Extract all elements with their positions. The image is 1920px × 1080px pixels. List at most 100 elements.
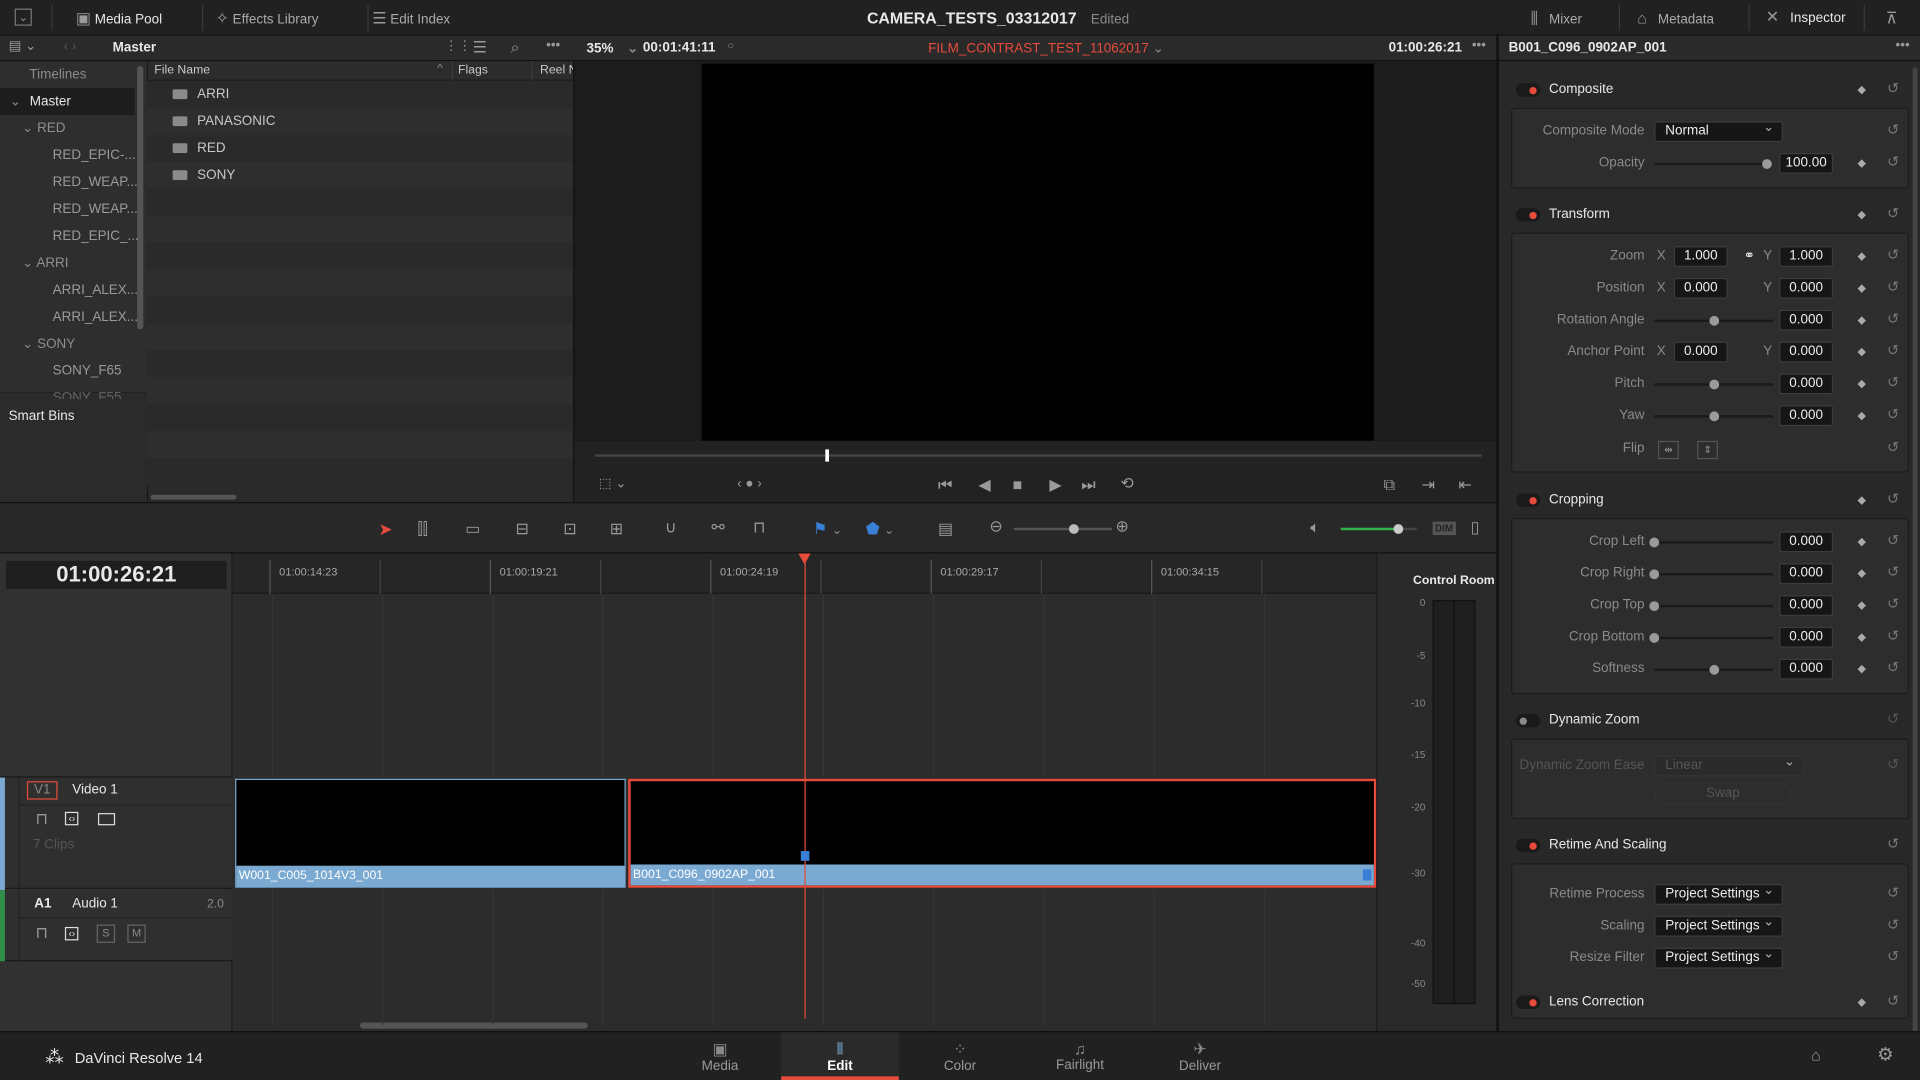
column-reel[interactable]: Reel N: [540, 64, 574, 77]
reset-icon[interactable]: ↺: [1887, 627, 1899, 644]
keyframe-icon[interactable]: ◆: [1858, 282, 1866, 295]
auto-select-icon[interactable]: ‹›: [64, 926, 79, 941]
lock-track-icon[interactable]: ⊓: [36, 811, 48, 827]
value-field[interactable]: 0.000: [1779, 595, 1834, 616]
disable-track-icon[interactable]: [97, 813, 116, 826]
bin-item[interactable]: RED_EPIC-...: [0, 142, 136, 169]
flag-icon[interactable]: ⚑ ⌄: [813, 519, 842, 539]
flip-vertical-button[interactable]: ⇕: [1697, 440, 1718, 460]
folder-item[interactable]: ARRI: [146, 80, 574, 108]
enable-toggle[interactable]: [1515, 838, 1541, 853]
sidebar-toggle-icon[interactable]: ▤ ⌄: [9, 40, 37, 53]
value-field[interactable]: 0.000: [1779, 531, 1834, 553]
bin-item[interactable]: SONY_F65: [0, 358, 135, 385]
loop-icon[interactable]: ⟲: [1120, 475, 1133, 491]
edit-index-button[interactable]: ☰ Edit Index: [372, 10, 450, 27]
keyframe-icon[interactable]: ◆: [1858, 377, 1866, 390]
previous-edit-icon[interactable]: ⇤: [1458, 476, 1471, 492]
keyframe-icon[interactable]: ◆: [1858, 493, 1866, 506]
audio-track-name[interactable]: Audio 1: [72, 896, 118, 911]
media-list-scrollbar[interactable]: [150, 494, 237, 500]
keyframe-icon[interactable]: ◆: [1858, 662, 1866, 675]
value-field[interactable]: 0.000: [1673, 277, 1728, 299]
grid-view-icon[interactable]: ⋮⋮: [444, 40, 471, 53]
reset-icon[interactable]: ↺: [1887, 310, 1899, 327]
dropdown[interactable]: Project Settings: [1654, 945, 1783, 969]
metadata-button[interactable]: ⌂ Metadata: [1637, 10, 1714, 27]
viewer-zoom-dropdown[interactable]: 35% ⌄: [587, 40, 639, 57]
bin-master[interactable]: ⌄ Master: [0, 88, 135, 116]
replace-clip-icon[interactable]: ⊞: [610, 520, 623, 536]
nav-back-forward-icon[interactable]: ‹ ›: [64, 40, 77, 53]
bin-item[interactable]: ⌄ RED: [0, 115, 135, 142]
meter-icon[interactable]: ▯: [1471, 519, 1480, 535]
section-title[interactable]: Transform: [1549, 207, 1610, 222]
bin-item[interactable]: RED_WEAP...: [0, 196, 138, 223]
page-tab-media[interactable]: ▣ Media: [661, 1032, 779, 1080]
value-field[interactable]: 0.000: [1779, 563, 1834, 585]
zoom-in-icon[interactable]: ⊕: [1116, 518, 1129, 534]
reset-icon[interactable]: ↺: [1887, 916, 1899, 933]
column-file-name[interactable]: File Name: [154, 64, 210, 77]
solo-button[interactable]: S: [96, 924, 116, 943]
blade-tool-icon[interactable]: ▭: [465, 520, 480, 536]
jog-control-icon[interactable]: ‹ ● ›: [737, 477, 762, 491]
scrubber-bar[interactable]: [595, 454, 1482, 457]
keyframe-icon[interactable]: ◆: [1858, 345, 1866, 358]
media-pool-button[interactable]: ▣ Media Pool: [76, 10, 162, 27]
keyframe-icon[interactable]: ◆: [1858, 157, 1866, 170]
dim-button[interactable]: DIM: [1432, 521, 1456, 536]
bin-item[interactable]: ARRI_ALEX...: [0, 277, 138, 304]
inspector-options-icon[interactable]: •••: [1896, 39, 1910, 52]
value-slider[interactable]: [1649, 537, 1774, 548]
reset-icon[interactable]: ↺: [1887, 710, 1899, 727]
link-icon[interactable]: ⚭: [1744, 247, 1755, 264]
keyframe-icon[interactable]: ◆: [1858, 599, 1866, 612]
reset-icon[interactable]: ↺: [1887, 204, 1899, 221]
enable-toggle[interactable]: [1515, 713, 1541, 728]
value-field[interactable]: 0.000: [1779, 658, 1834, 680]
bin-item[interactable]: SONY_F55: [0, 384, 135, 400]
folder-item[interactable]: PANASONIC: [146, 107, 574, 135]
effects-library-button[interactable]: ✧ Effects Library: [216, 10, 319, 27]
overwrite-clip-icon[interactable]: ⊡: [563, 520, 576, 536]
value-slider[interactable]: [1654, 159, 1773, 169]
selection-tool-icon[interactable]: ➤: [378, 519, 392, 540]
linked-selection-icon[interactable]: ⚯: [711, 519, 724, 535]
value-slider[interactable]: [1649, 569, 1774, 580]
keyframe-icon[interactable]: ◆: [1858, 208, 1866, 221]
play-icon[interactable]: ▶: [1049, 476, 1061, 492]
timeline-view-options-icon[interactable]: ▤: [938, 520, 953, 536]
dropdown[interactable]: Project Settings: [1654, 882, 1783, 905]
keyframe-icon[interactable]: ◆: [1858, 409, 1866, 422]
value-slider[interactable]: [1654, 664, 1774, 675]
reset-icon[interactable]: ↺: [1887, 835, 1899, 852]
value-slider[interactable]: [1654, 411, 1774, 422]
value-field[interactable]: 0.000: [1673, 341, 1728, 363]
enable-toggle[interactable]: [1515, 83, 1541, 97]
reset-icon[interactable]: ↺: [1887, 756, 1899, 773]
section-title[interactable]: Cropping: [1549, 492, 1604, 507]
reset-icon[interactable]: ↺: [1887, 80, 1899, 97]
reset-icon[interactable]: ↺: [1887, 373, 1899, 390]
timeline-playhead[interactable]: [798, 553, 811, 1019]
timeline-zoom-slider[interactable]: [1013, 524, 1112, 534]
lock-track-icon[interactable]: ⊓: [36, 924, 48, 940]
match-frame-icon[interactable]: ⧉: [1384, 476, 1395, 492]
clip[interactable]: W001_C005_1014V3_001: [235, 778, 626, 888]
reset-icon[interactable]: ↺: [1887, 490, 1899, 507]
section-title[interactable]: Lens Correction: [1549, 994, 1644, 1009]
value-slider[interactable]: [1649, 601, 1774, 612]
collapse-panel-icon[interactable]: ⊼: [1886, 10, 1898, 26]
value-field[interactable]: 0.000: [1779, 341, 1834, 363]
value-field[interactable]: 100.00: [1779, 153, 1834, 174]
marker-icon[interactable]: ⬟ ⌄: [866, 519, 895, 539]
play-reverse-icon[interactable]: ◀: [978, 476, 990, 492]
more-options-icon[interactable]: •••: [546, 39, 560, 52]
value-slider[interactable]: [1649, 633, 1774, 643]
swap-button[interactable]: Swap: [1654, 782, 1792, 805]
reset-icon[interactable]: ↺: [1887, 278, 1899, 295]
home-icon[interactable]: ⌂: [1811, 1047, 1821, 1063]
timeline-scrollbar[interactable]: [360, 1022, 588, 1029]
go-to-end-icon[interactable]: ⏭: [1081, 476, 1095, 492]
